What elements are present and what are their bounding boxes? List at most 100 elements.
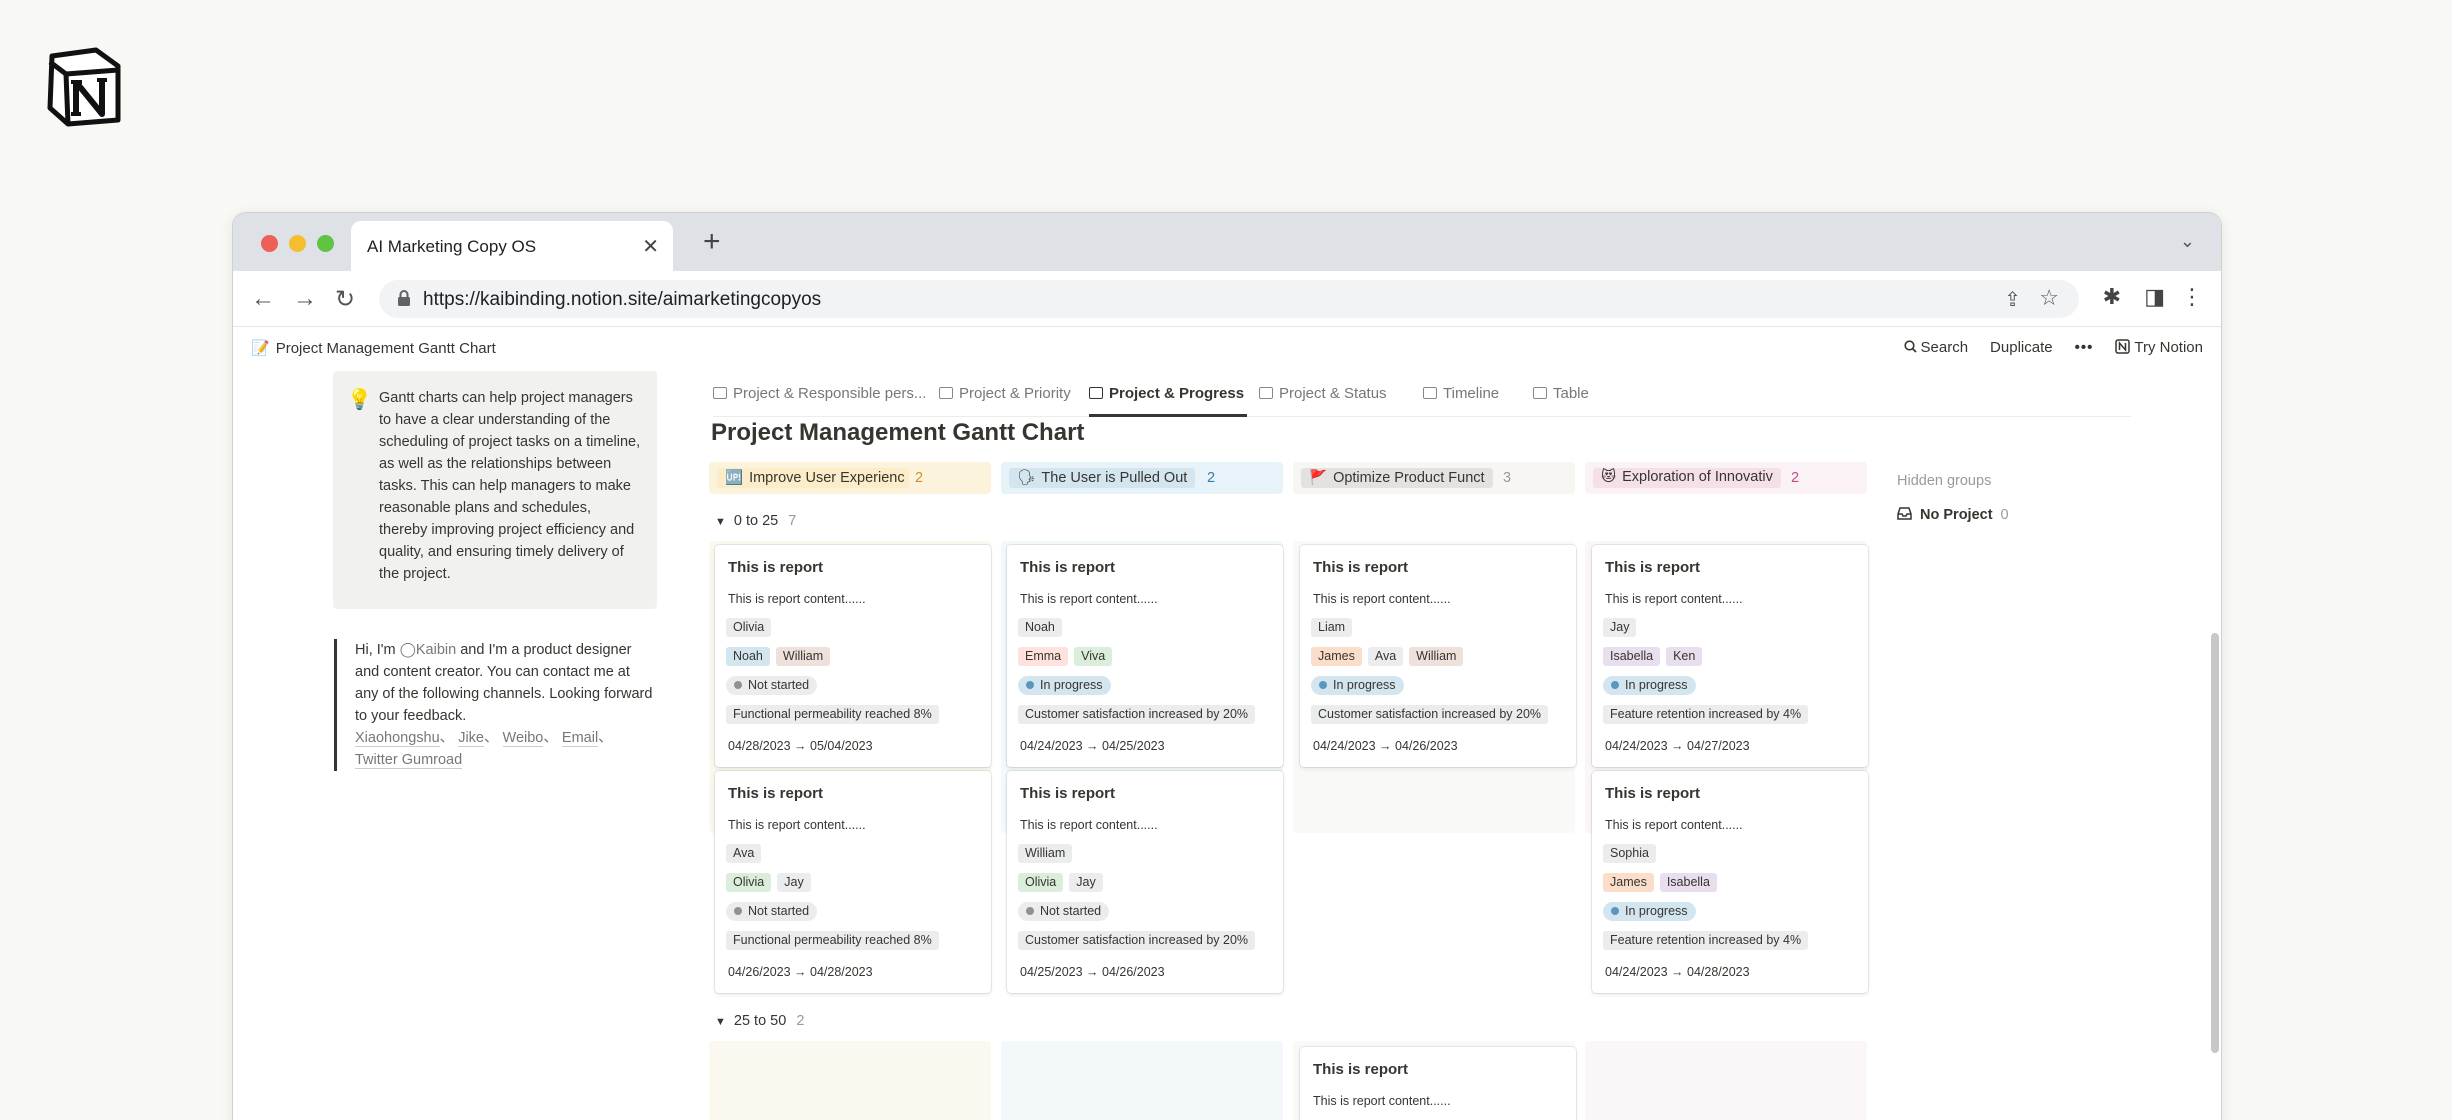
tab-label: Project & Priority xyxy=(959,385,1071,402)
group-header-improve-user-experienc[interactable]: 🆙 Improve User Experienc 2 xyxy=(709,462,991,494)
goal-tag: Functional permeability reached 8% xyxy=(726,705,939,724)
board-card[interactable]: This is report This is report content....… xyxy=(1300,545,1576,767)
member-tag: William xyxy=(1409,647,1464,666)
tab-timeline[interactable]: Timeline xyxy=(1423,385,1499,402)
tab-label: Project & Responsible pers... xyxy=(733,385,927,402)
tab-project-progress[interactable]: Project & Progress xyxy=(1089,385,1244,402)
owner-tag: Noah xyxy=(1018,618,1062,637)
contact-links: Xiaohongshu、 Jike、 Weibo、 Email、 Twitter… xyxy=(355,727,654,771)
tab-table[interactable]: Table xyxy=(1533,385,1589,402)
board-card[interactable]: This is report This is report content....… xyxy=(1592,545,1868,767)
quote-text-before: Hi, I'm xyxy=(355,642,400,658)
top-actions: Search Duplicate ••• Try Notion xyxy=(1903,339,2203,356)
status-badge: Not started xyxy=(726,676,818,695)
member-tag: James xyxy=(1311,647,1362,666)
search-button[interactable]: Search xyxy=(1903,339,1969,356)
link-weibo[interactable]: Weibo xyxy=(502,730,544,747)
page-scrollbar[interactable] xyxy=(2211,633,2219,1053)
status-text: Not started xyxy=(748,678,810,692)
board-view-icon xyxy=(1259,387,1273,399)
tab-project-priority[interactable]: Project & Priority xyxy=(939,385,1071,402)
new-tab-button[interactable]: + xyxy=(703,225,721,259)
board-card[interactable]: This is report This is report content....… xyxy=(1300,1047,1576,1120)
board-card[interactable]: This is report This is report content....… xyxy=(1007,771,1283,993)
breadcrumb-page-title: Project Management Gantt Chart xyxy=(275,340,496,357)
board-card[interactable]: This is report This is report content....… xyxy=(1592,771,1868,993)
member-tag: Noah xyxy=(726,647,770,666)
link-twitter-gumroad[interactable]: Twitter Gumroad xyxy=(355,752,463,769)
group-emoji-icon: 🆙 xyxy=(725,470,744,486)
breadcrumb[interactable]: 📝 Project Management Gantt Chart xyxy=(251,339,496,357)
link-email[interactable]: Email xyxy=(561,730,599,747)
subgroup-label: 25 to 50 xyxy=(733,1013,787,1029)
goal-tag: Customer satisfaction increased by 20% xyxy=(1018,931,1256,950)
bookmark-star-icon[interactable]: ☆ xyxy=(2039,285,2059,311)
card-content: This is report content...... xyxy=(1313,592,1451,606)
browser-menu-icon[interactable]: ⋮ xyxy=(2181,284,2203,310)
subgroup-count: 7 xyxy=(788,513,797,529)
extensions-puzzle-icon[interactable]: ✱ xyxy=(2103,284,2121,310)
more-options-icon[interactable]: ••• xyxy=(2075,339,2094,356)
card-members-row: Olivia Jay xyxy=(1018,873,1103,892)
group-header-the-user-is-pulled-out[interactable]: 🗣 The User is Pulled Out 2 xyxy=(1001,462,1283,494)
address-bar[interactable]: https://kaibinding.notion.site/aimarketi… xyxy=(379,280,2079,318)
status-badge: Not started xyxy=(726,902,818,921)
card-owner-row: Olivia xyxy=(726,618,772,637)
maximize-window-button[interactable] xyxy=(317,235,334,252)
board-card[interactable]: This is report This is report content....… xyxy=(715,545,991,767)
status-badge: In progress xyxy=(1018,676,1111,695)
share-icon[interactable]: ⇪ xyxy=(2004,287,2021,312)
view-tabs: Project & Responsible pers... Project & … xyxy=(713,371,2131,417)
user-mention[interactable]: ◯Kaibin xyxy=(400,642,457,658)
reload-icon[interactable]: ↻ xyxy=(335,285,355,314)
hidden-group-no-project[interactable]: No Project 0 xyxy=(1897,507,2009,523)
status-text: In progress xyxy=(1625,678,1688,692)
card-content: This is report content...... xyxy=(1313,1094,1451,1108)
side-panel-icon[interactable]: ◨ xyxy=(2144,284,2165,310)
tab-search-chevron-icon[interactable]: ⌄ xyxy=(2180,231,2195,252)
group-header-exploration-of-innovativ[interactable]: 😻 Exploration of Innovativ 2 xyxy=(1585,462,1867,494)
group-emoji-icon: 😻 xyxy=(1601,469,1617,485)
try-notion-button[interactable]: Try Notion xyxy=(2115,339,2203,356)
toggle-triangle-icon[interactable]: ▼ xyxy=(715,516,726,528)
link-xiaohongshu[interactable]: Xiaohongshu xyxy=(355,730,440,747)
search-label: Search xyxy=(1920,339,1969,356)
close-tab-icon[interactable]: ✕ xyxy=(642,234,659,259)
tab-label: Project & Status xyxy=(1279,385,1387,402)
board-column-subgroup-2 xyxy=(1001,1041,1283,1120)
subgroup-header[interactable]: ▼ 25 to 50 2 xyxy=(715,1013,804,1029)
no-project-label: No Project xyxy=(1920,507,1993,523)
card-title: This is report xyxy=(1313,559,1409,576)
url-text[interactable]: https://kaibinding.notion.site/aimarketi… xyxy=(423,289,821,311)
card-goal-row: Feature retention increased by 4% xyxy=(1603,931,1809,950)
minimize-window-button[interactable] xyxy=(289,235,306,252)
browser-tab-active[interactable]: AI Marketing Copy OS ✕ xyxy=(351,221,673,271)
member-tag: Olivia xyxy=(726,873,772,892)
card-owner-row: Sophia xyxy=(1603,844,1656,863)
back-arrow-icon[interactable]: ← xyxy=(251,285,275,313)
duplicate-button[interactable]: Duplicate xyxy=(1990,339,2053,356)
toggle-triangle-icon[interactable]: ▼ xyxy=(715,1016,726,1028)
member-tag: Ken xyxy=(1666,647,1703,666)
link-separator: 、 xyxy=(439,730,455,746)
group-emoji-icon: 🚩 xyxy=(1309,470,1328,486)
card-owner-row: Liam xyxy=(1311,618,1353,637)
active-tab-indicator xyxy=(1089,414,1247,417)
board-card[interactable]: This is report This is report content....… xyxy=(715,771,991,993)
member-tag: William xyxy=(775,647,831,666)
forward-arrow-icon[interactable]: → xyxy=(293,285,317,313)
close-window-button[interactable] xyxy=(261,235,278,252)
subgroup-header[interactable]: ▼ 0 to 25 7 xyxy=(715,513,796,529)
status-dot-icon xyxy=(1026,681,1034,689)
goal-tag: Feature retention increased by 4% xyxy=(1603,931,1809,950)
group-label-text: The User is Pulled Out xyxy=(1041,470,1188,486)
card-title: This is report xyxy=(1605,559,1701,576)
board-card[interactable]: This is report This is report content....… xyxy=(1007,545,1283,767)
tab-project-status[interactable]: Project & Status xyxy=(1259,385,1387,402)
tab-project-responsible[interactable]: Project & Responsible pers... xyxy=(713,385,926,402)
group-header-optimize-product-funct[interactable]: 🚩 Optimize Product Funct 3 xyxy=(1293,462,1575,494)
status-text: In progress xyxy=(1040,678,1103,692)
card-title: This is report xyxy=(1313,1061,1409,1078)
link-jike[interactable]: Jike xyxy=(458,730,484,747)
database-title: Project Management Gantt Chart xyxy=(711,419,1085,446)
